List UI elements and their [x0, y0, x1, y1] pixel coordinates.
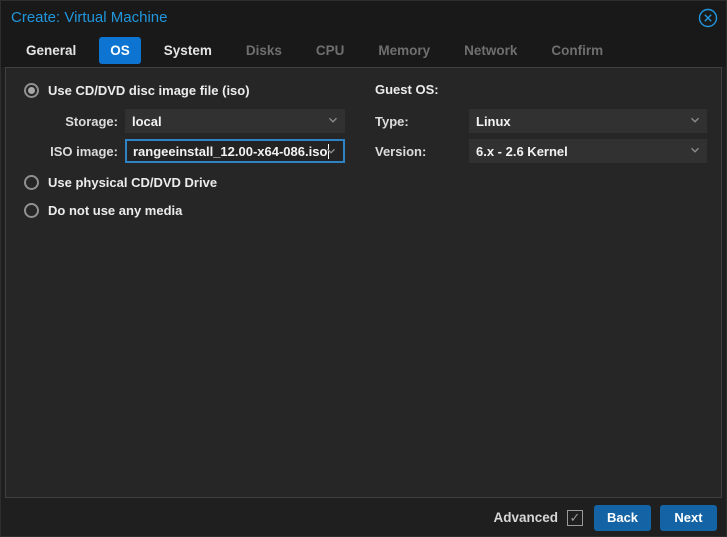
radio-button-icon: [24, 83, 39, 98]
tab-network: Network: [453, 37, 528, 64]
back-button[interactable]: Back: [594, 505, 651, 531]
circle-x-icon: [698, 8, 718, 28]
iso-image-combobox[interactable]: rangeeinstall_12.00-x64-086.iso: [125, 139, 345, 163]
radio-use-iso-label: Use CD/DVD disc image file (iso): [48, 83, 250, 98]
chevron-down-icon: [689, 114, 701, 129]
tab-confirm: Confirm: [540, 37, 614, 64]
radio-button-icon: [24, 175, 39, 190]
close-button[interactable]: [698, 8, 718, 28]
os-version-value: 6.x - 2.6 Kernel: [476, 144, 568, 159]
storage-label: Storage:: [24, 114, 125, 129]
radio-no-media-label: Do not use any media: [48, 203, 182, 218]
chevron-down-icon: [327, 114, 339, 129]
tab-disks: Disks: [235, 37, 293, 64]
radio-physical-drive[interactable]: Use physical CD/DVD Drive: [6, 174, 366, 190]
tab-memory: Memory: [367, 37, 441, 64]
iso-image-value: rangeeinstall_12.00-x64-086.iso: [133, 144, 327, 159]
radio-button-icon: [24, 203, 39, 218]
os-version-label: Version:: [371, 144, 469, 159]
tab-os[interactable]: OS: [99, 37, 141, 64]
chevron-down-icon: [689, 144, 701, 159]
tab-system[interactable]: System: [153, 37, 223, 64]
media-column: Use CD/DVD disc image file (iso) Storage…: [6, 68, 366, 218]
tab-general[interactable]: General: [15, 37, 87, 64]
storage-value: local: [132, 114, 162, 129]
os-type-value: Linux: [476, 114, 511, 129]
iso-image-row: ISO image: rangeeinstall_12.00-x64-086.i…: [24, 139, 366, 163]
os-type-label: Type:: [371, 114, 469, 129]
radio-physical-drive-label: Use physical CD/DVD Drive: [48, 175, 217, 190]
wizard-tabs: General OS System Disks CPU Memory Netwo…: [1, 34, 726, 67]
radio-use-iso[interactable]: Use CD/DVD disc image file (iso): [6, 82, 366, 98]
dialog-title: Create: Virtual Machine: [11, 9, 698, 26]
tab-cpu: CPU: [305, 37, 356, 64]
advanced-label: Advanced: [493, 510, 558, 525]
os-version-select[interactable]: 6.x - 2.6 Kernel: [469, 139, 707, 163]
storage-row: Storage: local: [24, 109, 366, 133]
storage-select[interactable]: local: [125, 109, 345, 133]
guest-os-column: Guest OS: Type: Linux Version: 6.x - 2.6…: [371, 68, 721, 169]
os-version-row: Version: 6.x - 2.6 Kernel: [371, 139, 721, 163]
radio-no-media[interactable]: Do not use any media: [6, 202, 366, 218]
os-type-row: Type: Linux: [371, 109, 721, 133]
create-vm-dialog: Create: Virtual Machine General OS Syste…: [0, 0, 727, 537]
os-type-select[interactable]: Linux: [469, 109, 707, 133]
next-button[interactable]: Next: [660, 505, 717, 531]
iso-image-label: ISO image:: [24, 144, 125, 159]
dialog-titlebar: Create: Virtual Machine: [1, 1, 726, 34]
dialog-footer: Advanced ✓ Back Next: [1, 499, 726, 536]
guest-os-heading: Guest OS:: [371, 82, 721, 98]
os-tab-panel: Use CD/DVD disc image file (iso) Storage…: [5, 67, 722, 498]
advanced-checkbox[interactable]: ✓: [567, 510, 583, 526]
chevron-down-icon: [325, 145, 337, 160]
